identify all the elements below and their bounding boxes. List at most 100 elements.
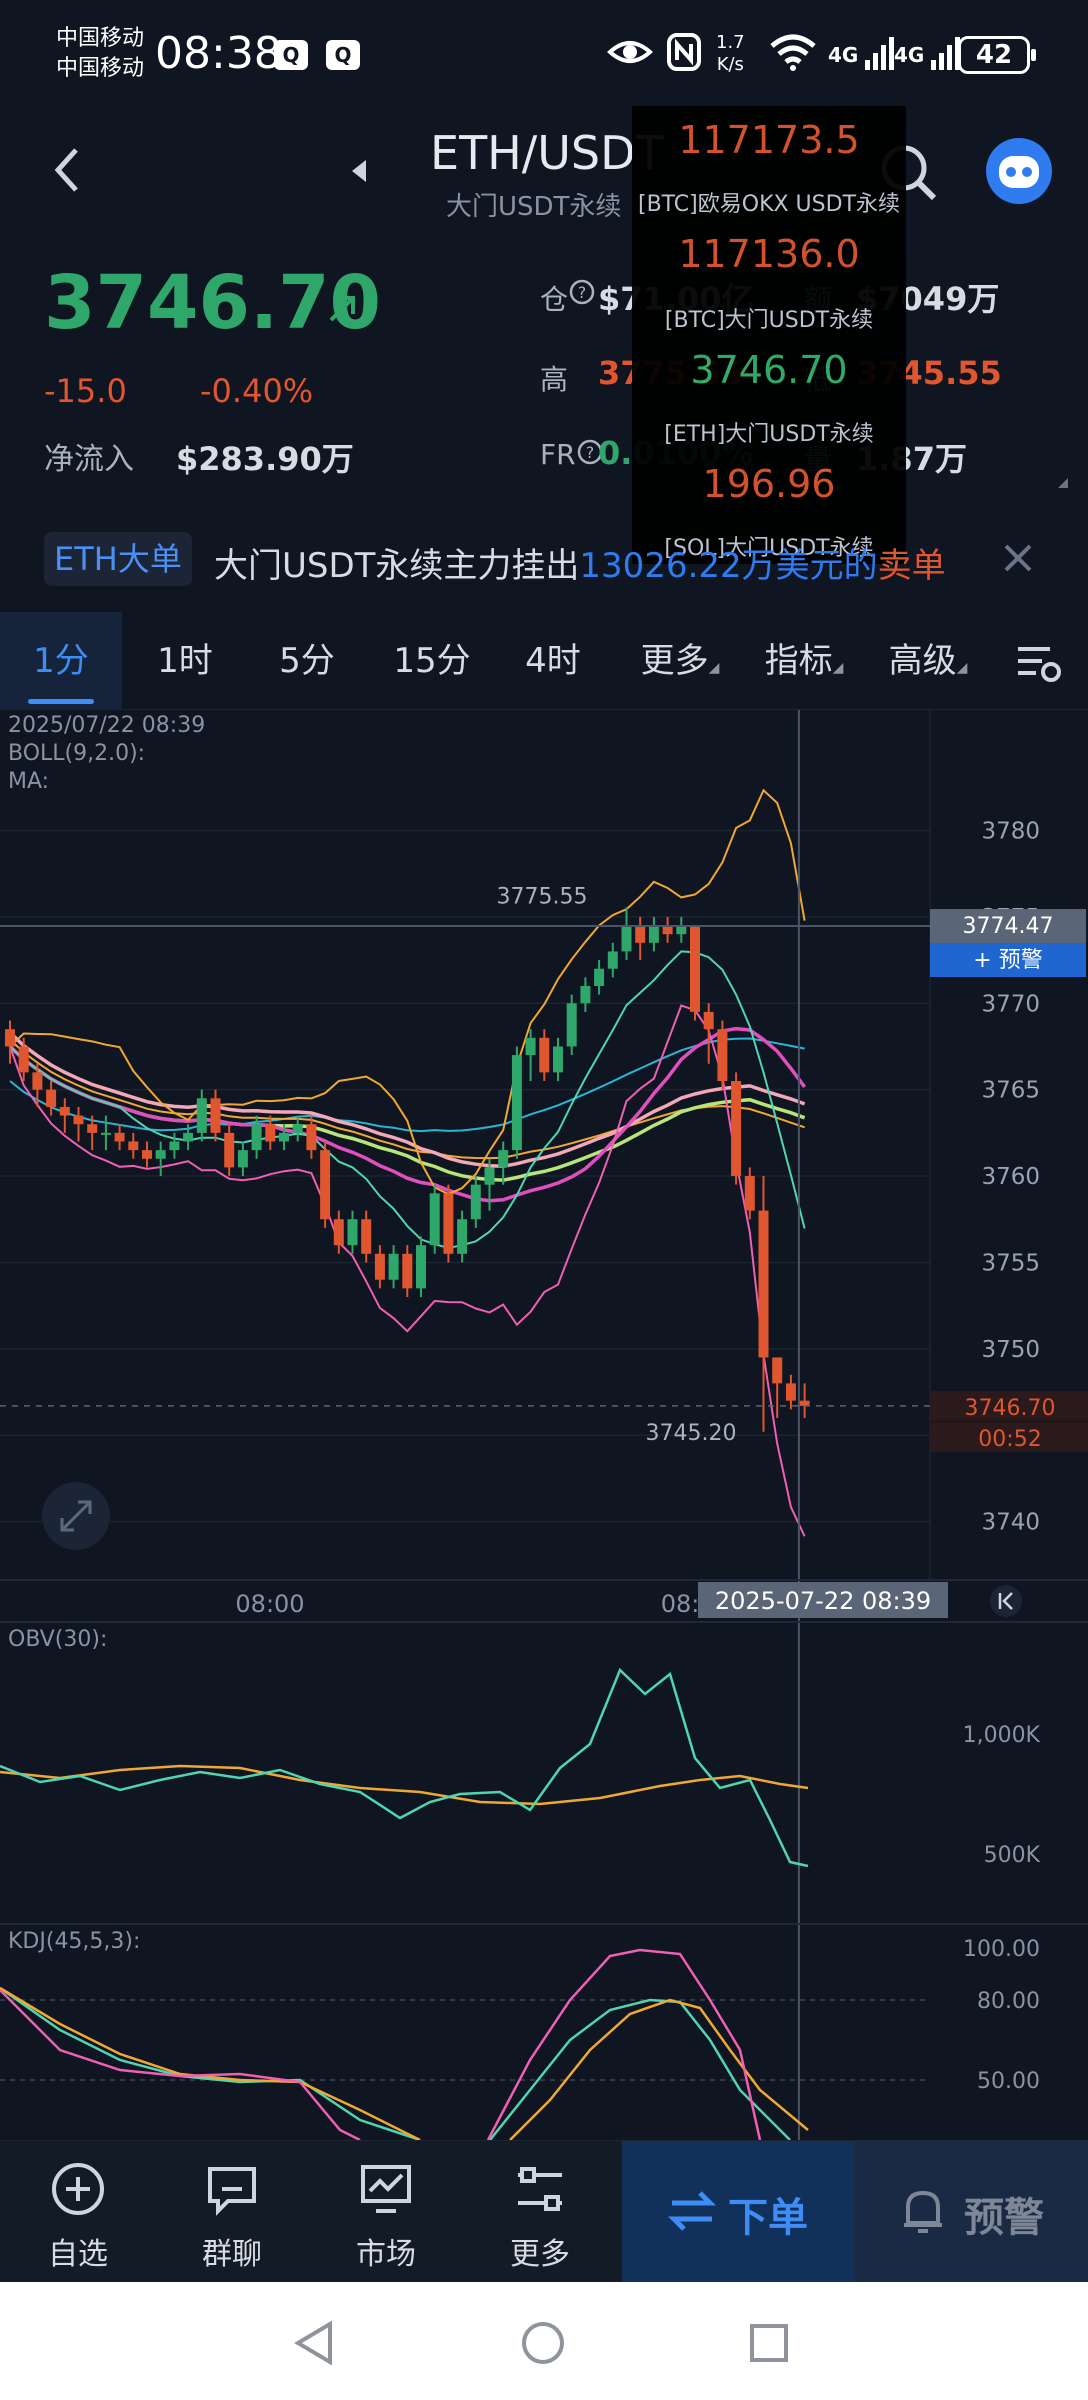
overlay-name: [BTC]欧易OKX USDT永续 — [637, 192, 901, 217]
ticker-prefix: 大门USDT永续主力挂出 — [214, 546, 580, 586]
candle-body — [717, 1029, 728, 1082]
candle-body — [100, 1132, 111, 1135]
price-tick: 3740 — [981, 1510, 1040, 1536]
candle-body — [799, 1400, 810, 1406]
clock: 08:38 — [155, 28, 282, 79]
candle-body — [785, 1383, 796, 1401]
ticker-badge: ETH大单 — [44, 532, 192, 586]
candle-body — [237, 1150, 248, 1168]
kdj-tick: 50.00 — [977, 2069, 1040, 2094]
overlay-price: 3746.70 — [690, 348, 848, 392]
price-change-pct: -0.40% — [200, 372, 314, 410]
candle-body — [46, 1089, 57, 1107]
tab-more[interactable]: 更多◢ — [628, 612, 732, 710]
help-icon[interactable]: ? — [568, 278, 596, 313]
last-price-tag: 3746.70 — [965, 1396, 1056, 1421]
candle-body — [18, 1046, 29, 1073]
pair-title[interactable]: ETH/USDT — [430, 126, 664, 180]
candle-body — [320, 1150, 331, 1220]
robot-assistant-icon[interactable] — [986, 138, 1052, 204]
signal-icon: 4G — [894, 36, 961, 70]
dropdown-icon: ◢ — [956, 660, 968, 676]
tab-4h[interactable]: 4时 — [506, 612, 600, 710]
tab-advanced[interactable]: 高级◢ — [876, 612, 980, 710]
candle-body — [470, 1184, 481, 1220]
net-inflow-value: $283.90万 — [176, 440, 354, 478]
tab-5m[interactable]: 5分 — [260, 612, 354, 710]
place-order-button[interactable]: 下单 — [622, 2141, 854, 2283]
candle-body — [292, 1124, 303, 1133]
chart-settings-button[interactable] — [1004, 612, 1074, 710]
system-navigation-bar — [0, 2282, 1088, 2400]
chart-settings-icon — [1018, 646, 1061, 682]
candle-body — [772, 1357, 783, 1384]
notification-app-icon: Q — [274, 40, 308, 70]
timeframe-tabs: 1分 1时 5分 15分 4时 更多◢ 指标◢ 高级◢ — [0, 612, 1088, 710]
multi-price-overlay[interactable]: 117173.5 [BTC]欧易OKX USDT永续 117136.0 [BTC… — [632, 106, 906, 564]
overlay-name: [ETH]大门USDT永续 — [664, 422, 874, 447]
kline-chart[interactable]: 378037753770376537603755375037453740 202… — [0, 710, 1088, 2140]
bell-icon — [904, 2190, 942, 2233]
candle-body — [224, 1132, 235, 1168]
jump-to-latest-button[interactable] — [990, 1585, 1022, 1617]
kline-chart-svg[interactable]: 378037753770376537603755375037453740 202… — [0, 710, 1088, 2140]
candle-body — [416, 1245, 426, 1289]
candle-body — [744, 1176, 755, 1211]
fullscreen-button[interactable] — [42, 1482, 110, 1550]
candle-body — [361, 1219, 372, 1254]
candle-body — [484, 1167, 495, 1185]
nav-more[interactable]: 更多 — [466, 2141, 614, 2283]
pair-subtitle: 大门USDT永续 — [446, 192, 622, 222]
candle-body — [429, 1193, 440, 1246]
status-bar: 中国移动 中国移动 08:38 Q Q 1.7 K/s 4G 4G 42 — [0, 0, 1088, 110]
kdj-k-line — [0, 1986, 421, 2140]
back-button[interactable] — [40, 140, 100, 200]
candle-body — [594, 968, 605, 986]
ticker-text: 大门USDT永续主力挂出13026.22万美元的卖单 — [214, 538, 946, 587]
close-ticker-button[interactable] — [998, 538, 1038, 578]
chevron-left-icon — [54, 148, 78, 192]
price-tick: 3765 — [981, 1078, 1040, 1104]
nav-market[interactable]: 市场 — [312, 2141, 460, 2283]
back-triangle-icon[interactable] — [292, 2320, 336, 2366]
candle-body — [443, 1193, 454, 1254]
prev-pair-button[interactable] — [352, 160, 366, 182]
net-speed-unit: K/s — [716, 54, 744, 75]
kdj-tick: 100.00 — [963, 1937, 1040, 1962]
recents-square-icon[interactable] — [748, 2322, 790, 2364]
nav-label: 市场 — [356, 2237, 416, 2272]
net-inflow-label: 净流入 — [44, 442, 134, 477]
tab-indicators[interactable]: 指标◢ — [752, 612, 856, 710]
candle-body — [114, 1132, 125, 1142]
network-speed: 1.7 K/s — [716, 32, 745, 76]
candle-body — [388, 1253, 399, 1280]
boll-mid-line — [9, 950, 806, 1250]
x-tick: 08: — [661, 1590, 700, 1618]
overlay-price: 196.96 — [702, 462, 836, 506]
signal-1-label: 4G — [828, 43, 859, 67]
signal-icon: 4G — [828, 36, 895, 70]
high-label: 高 — [540, 363, 569, 396]
candle-body — [402, 1253, 413, 1289]
dropdown-icon: ◢ — [708, 660, 720, 676]
tab-15m[interactable]: 15分 — [382, 612, 482, 710]
price-alert-button[interactable]: 预警 — [854, 2141, 1088, 2283]
nav-group-chat[interactable]: 群聊 — [158, 2141, 306, 2283]
notification-app-icon: Q — [326, 40, 360, 70]
big-order-ticker[interactable]: ETH大单 大门USDT永续主力挂出13026.22万美元的卖单 — [0, 520, 1088, 600]
nav-label: 更多 — [510, 2237, 570, 2272]
candle-body — [251, 1124, 262, 1151]
expand-corner-icon[interactable] — [1058, 478, 1068, 488]
tab-1m[interactable]: 1分 — [0, 612, 122, 710]
candle-body — [607, 951, 618, 969]
candle-body — [279, 1132, 289, 1142]
price-change: -15.0 — [44, 372, 127, 410]
crosshair-date: 2025/07/22 08:39 — [8, 713, 205, 738]
nav-watchlist[interactable]: 自选 — [4, 2141, 152, 2283]
kdj-tick: 80.00 — [977, 1989, 1040, 2014]
home-circle-icon[interactable] — [520, 2320, 566, 2366]
ma-label: MA: — [8, 769, 49, 794]
ma-line — [9, 1037, 805, 1133]
alert-label: 预警 — [964, 2195, 1044, 2241]
tab-1h[interactable]: 1时 — [138, 612, 232, 710]
